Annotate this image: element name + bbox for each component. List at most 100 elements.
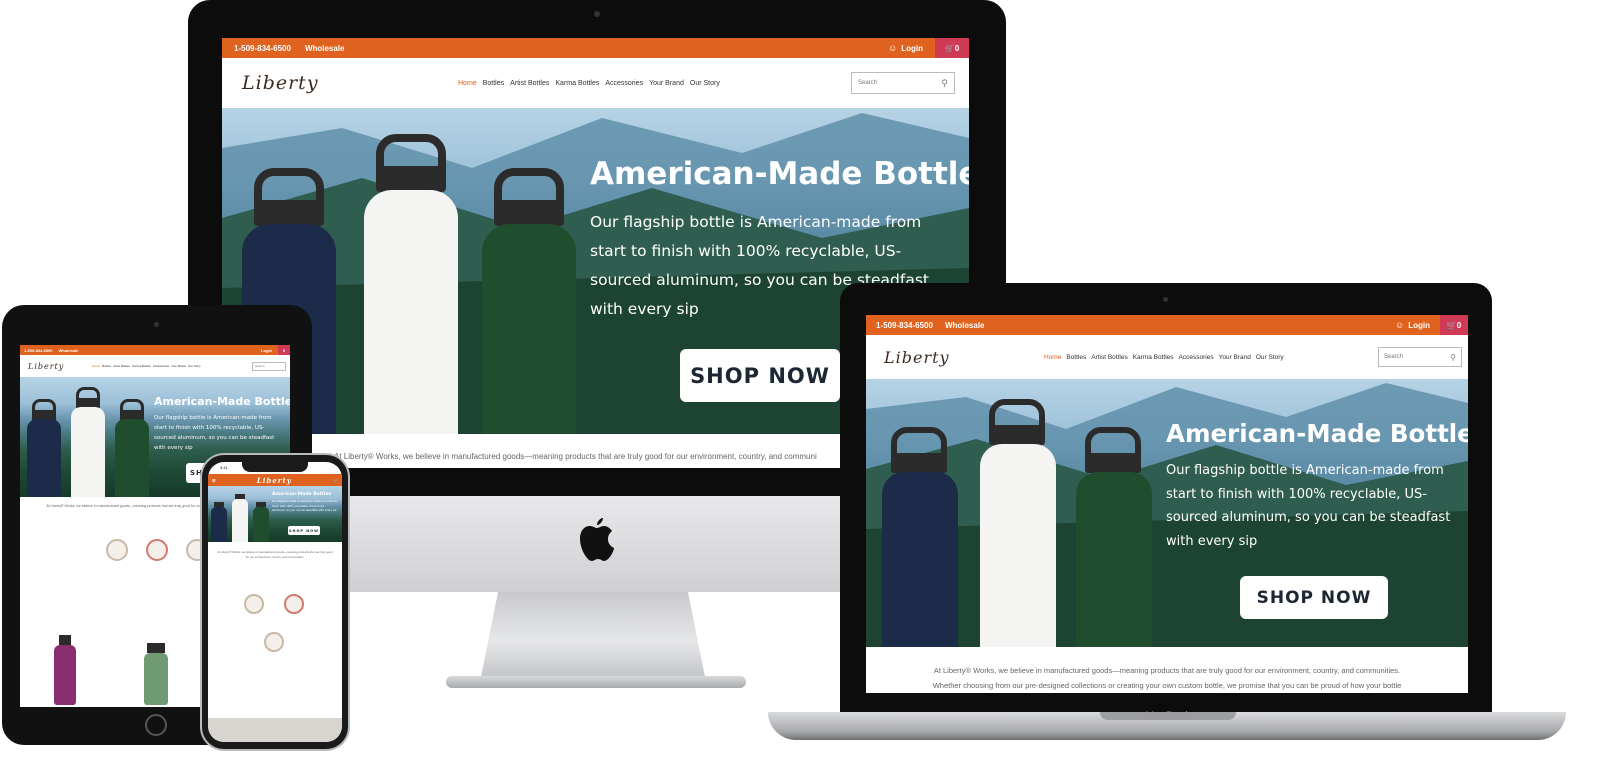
nav-our-story[interactable]: Our Story (1256, 354, 1284, 361)
search-input[interactable]: Search ⚲ (1378, 347, 1462, 367)
hero-title: American-Made Bottles (272, 492, 332, 497)
imac-camera (594, 11, 600, 17)
search-input[interactable]: Search ⚲ (851, 72, 955, 94)
hero-title: American-Made Bottles (154, 395, 290, 408)
cart-icon[interactable]: 🛒 (333, 478, 338, 483)
nav-karma-bottles[interactable]: Karma Bottles (132, 364, 151, 368)
cart-icon: 🛒 (944, 43, 955, 53)
nav-your-brand[interactable]: Your Brand (1219, 354, 1251, 361)
intro-line-1: At Liberty® Works, we believe in manufac… (933, 666, 1401, 675)
hero-title: American-Made Bottles (1166, 419, 1468, 448)
intro-text: At Liberty® Works, we believe in manufac… (866, 663, 1468, 693)
hero-subtitle: Our flagship bottle is American-made fro… (272, 500, 338, 512)
logo[interactable]: Liberty (257, 476, 292, 485)
main-nav: Home Bottles Artist Bottles Karma Bottle… (458, 80, 720, 87)
phone-screen: 3:41 ☰ Liberty 🛒 American-Made Bottles O… (208, 462, 342, 742)
cart-count: 0 (1456, 320, 1462, 330)
login-link[interactable]: Login (901, 44, 923, 53)
scale-icon (106, 539, 128, 561)
nav-karma-bottles[interactable]: Karma Bottles (1133, 354, 1174, 361)
hero-subtitle: Our flagship bottle is American-made fro… (154, 415, 275, 451)
wholesale-link[interactable]: Wholesale (58, 348, 78, 353)
bottle-navy (211, 498, 227, 542)
main-nav: Home Bottles Artist Bottles Karma Bottle… (92, 364, 201, 368)
hero-banner: American-Made Bottles Our flagship bottl… (208, 486, 342, 542)
top-bar: 1-509-834-6500 Wholesale ☺ Login 🛒 0 (866, 315, 1468, 335)
login-link[interactable]: Login (261, 348, 272, 353)
product-bottle-sage[interactable] (144, 643, 168, 707)
nav-karma-bottles[interactable]: Karma Bottles (555, 80, 599, 87)
product-bottle-purple[interactable] (54, 635, 76, 707)
tablet-home-button[interactable] (145, 714, 167, 736)
laptop-brand-label: MacBook (1145, 710, 1191, 722)
nav-your-brand[interactable]: Your Brand (649, 80, 684, 87)
imac-foot (446, 676, 746, 688)
user-icon[interactable]: ☺ (1395, 320, 1404, 330)
nav-accessories[interactable]: Accessories (1179, 354, 1214, 361)
no-bpa-icon (284, 594, 304, 614)
cart-button[interactable]: 🛒 0 (935, 38, 969, 58)
nav-accessories[interactable]: Accessories (153, 364, 169, 368)
bottle-white (362, 134, 458, 434)
bottle-green (253, 498, 269, 542)
imac-stand (480, 592, 706, 682)
product-preview[interactable] (208, 718, 342, 742)
scale-icon (244, 594, 264, 614)
menu-icon[interactable]: ☰ (212, 478, 216, 483)
phone-link[interactable]: 1-509-834-6500 (24, 348, 52, 353)
nav-our-story[interactable]: Our Story (690, 80, 720, 87)
nav-our-story[interactable]: Our Story (188, 364, 201, 368)
nav-row: Liberty Home Bottles Artist Bottles Karm… (866, 335, 1468, 379)
shop-now-button[interactable]: SHOP NOW (680, 349, 840, 402)
nav-row: Liberty Home Bottles Artist Bottles Karm… (222, 58, 969, 108)
bottle-white (70, 387, 106, 497)
search-icon[interactable]: ⚲ (941, 78, 948, 89)
nav-home[interactable]: Home (1044, 354, 1061, 361)
wholesale-link[interactable]: Wholesale (305, 44, 345, 53)
wholesale-link[interactable]: Wholesale (945, 321, 985, 330)
logo[interactable]: Liberty (884, 348, 994, 367)
nav-bottles[interactable]: Bottles (102, 364, 111, 368)
food-grade-icon (264, 632, 284, 652)
nav-accessories[interactable]: Accessories (605, 80, 643, 87)
nav-row: Liberty Home Bottles Artist Bottles Karm… (20, 355, 290, 377)
phone-link[interactable]: 1-509-834-6500 (234, 44, 291, 53)
nav-bottles[interactable]: Bottles (483, 80, 504, 87)
phone-time: 3:41 (220, 465, 228, 470)
tablet-camera (154, 322, 159, 327)
search-placeholder: Search (1384, 354, 1404, 360)
cart-button[interactable]: 🛒 0 (1440, 315, 1468, 335)
bottle-green (1074, 427, 1152, 647)
main-nav: Home Bottles Artist Bottles Karma Bottle… (1044, 354, 1284, 361)
shop-now-button[interactable]: SHOP NOW (288, 526, 320, 535)
mobile-header: ☰ Liberty 🛒 (208, 474, 342, 486)
search-input[interactable]: Search (252, 361, 286, 371)
nav-home[interactable]: Home (458, 80, 477, 87)
phone-notch (242, 460, 308, 472)
bottle-green (114, 399, 150, 497)
cart-count: 0 (954, 43, 960, 53)
logo[interactable]: Liberty (28, 362, 76, 371)
login-link[interactable]: Login (1408, 321, 1430, 330)
cart-icon: 🛒 (1446, 320, 1457, 330)
top-bar: 1-509-834-6500 Wholesale Login 0 (20, 345, 290, 355)
nav-bottles[interactable]: Bottles (1066, 354, 1086, 361)
intro-line-2: Whether choosing from our pre-designed c… (932, 681, 1402, 690)
nav-artist-bottles[interactable]: Artist Bottles (113, 364, 130, 368)
nav-home[interactable]: Home (92, 364, 100, 368)
shop-now-button[interactable]: SHOP NOW (1240, 576, 1388, 619)
search-icon[interactable]: ⚲ (1450, 353, 1456, 362)
phone-link[interactable]: 1-509-834-6500 (876, 321, 933, 330)
intro-text: At Liberty® Works, we believe in manufac… (217, 550, 333, 559)
cart-button[interactable]: 0 (278, 345, 290, 355)
bottle-white (978, 399, 1056, 647)
bottle-navy (26, 399, 62, 497)
no-bpa-icon (146, 539, 168, 561)
nav-artist-bottles[interactable]: Artist Bottles (510, 80, 549, 87)
bottle-navy (880, 427, 958, 647)
nav-your-brand[interactable]: Your Brand (171, 364, 186, 368)
nav-artist-bottles[interactable]: Artist Bottles (1091, 354, 1127, 361)
user-icon[interactable]: ☺ (888, 43, 897, 53)
bottle-white (232, 490, 248, 542)
logo[interactable]: Liberty (242, 72, 362, 94)
